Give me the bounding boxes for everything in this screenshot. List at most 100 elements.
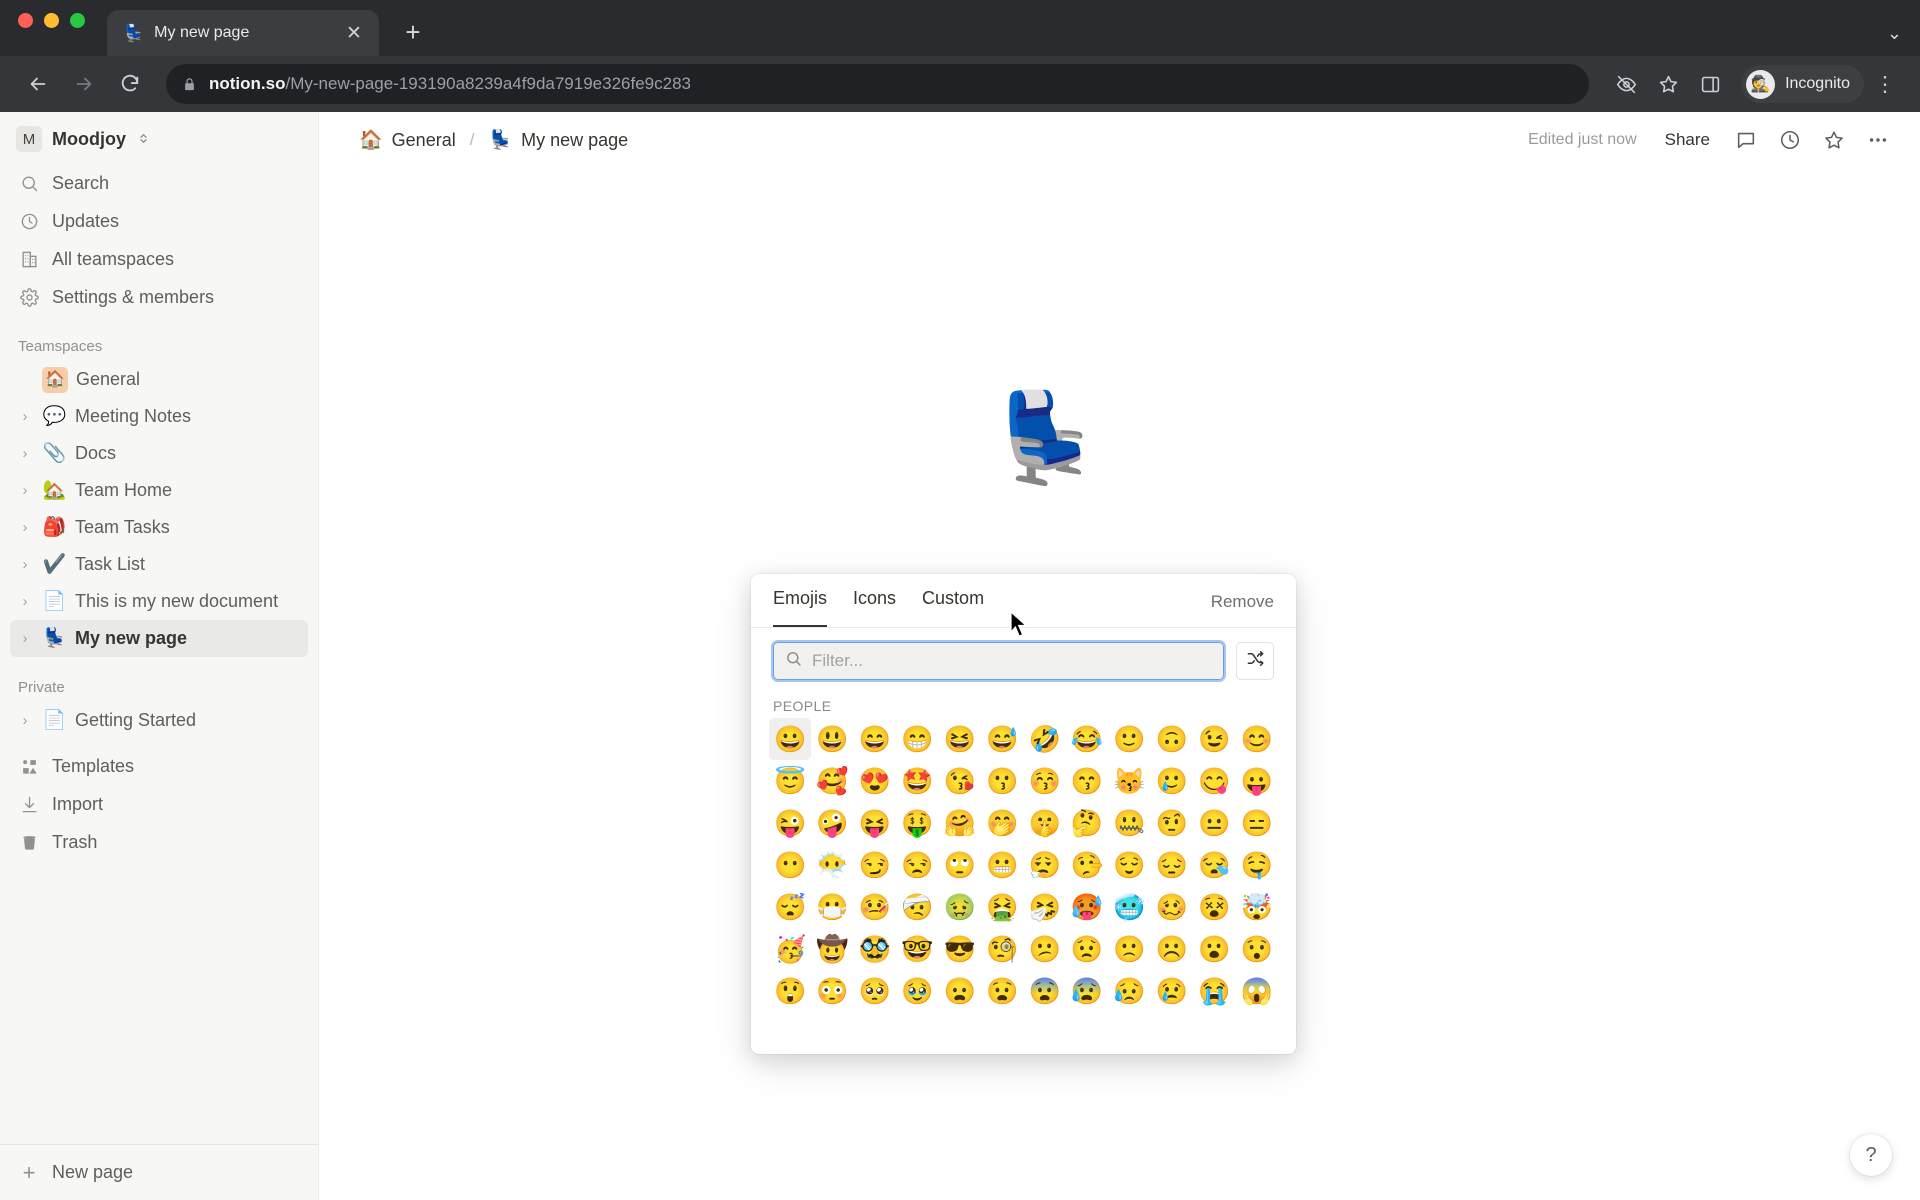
page-icon[interactable]: 💺 xyxy=(991,394,1101,482)
emoji-cell[interactable]: 🤯 xyxy=(1236,886,1278,928)
emoji-cell[interactable]: 🤣 xyxy=(1024,718,1066,760)
emoji-cell[interactable]: 😮 xyxy=(1193,928,1235,970)
sidebar-item-all-teamspaces[interactable]: All teamspaces xyxy=(10,240,308,278)
emoji-cell[interactable]: 😋 xyxy=(1193,760,1235,802)
emoji-cell[interactable]: 😘 xyxy=(939,760,981,802)
emoji-cell[interactable]: 😥 xyxy=(1108,970,1150,1012)
emoji-cell[interactable]: 🤤 xyxy=(1236,844,1278,886)
random-emoji-button[interactable] xyxy=(1236,642,1274,680)
emoji-cell[interactable]: 😆 xyxy=(939,718,981,760)
emoji-cell[interactable]: 😮‍💨 xyxy=(1024,844,1066,886)
emoji-cell[interactable]: 😯 xyxy=(1236,928,1278,970)
emoji-cell[interactable]: 🤓 xyxy=(896,928,938,970)
emoji-cell[interactable]: 😄 xyxy=(854,718,896,760)
history-icon[interactable] xyxy=(1772,122,1808,158)
emoji-cell[interactable]: 😧 xyxy=(981,970,1023,1012)
emoji-cell[interactable]: 🥺 xyxy=(854,970,896,1012)
emoji-cell[interactable]: 😳 xyxy=(811,970,853,1012)
emoji-cell[interactable]: 😰 xyxy=(1066,970,1108,1012)
emoji-cell[interactable]: 🤕 xyxy=(896,886,938,928)
address-bar[interactable]: notion.so/My-new-page-193190a8239a4f9da7… xyxy=(166,64,1590,104)
emoji-cell[interactable]: 😀 xyxy=(769,718,812,760)
emoji-cell[interactable]: 😪 xyxy=(1193,844,1235,886)
emoji-cell[interactable]: 🙃 xyxy=(1151,718,1193,760)
emoji-cell[interactable]: 😅 xyxy=(981,718,1023,760)
filter-input[interactable] xyxy=(812,651,1212,671)
chevron-right-icon[interactable]: › xyxy=(16,445,34,462)
emoji-cell[interactable]: 😑 xyxy=(1236,802,1278,844)
teamspace-item[interactable]: › 📎 Docs xyxy=(10,435,308,472)
emoji-cell[interactable]: 😛 xyxy=(1236,760,1278,802)
emoji-cell[interactable]: 😊 xyxy=(1236,718,1278,760)
emoji-cell[interactable]: ☹️ xyxy=(1151,928,1193,970)
chevron-right-icon[interactable]: › xyxy=(16,630,34,647)
chevron-right-icon[interactable]: › xyxy=(16,556,34,573)
chevron-right-icon[interactable]: › xyxy=(16,482,34,499)
emoji-cell[interactable]: 🤥 xyxy=(1066,844,1108,886)
emoji-cell[interactable]: 🤫 xyxy=(1024,802,1066,844)
emoji-cell[interactable]: 🙁 xyxy=(1108,928,1150,970)
emoji-cell[interactable]: 😢 xyxy=(1151,970,1193,1012)
maximize-window-button[interactable] xyxy=(70,12,85,28)
sidebar-item-templates[interactable]: Templates xyxy=(10,747,308,785)
emoji-cell[interactable]: 🤨 xyxy=(1151,802,1193,844)
emoji-cell[interactable]: 😎 xyxy=(939,928,981,970)
sidebar-item-search[interactable]: Search xyxy=(10,164,308,202)
emoji-cell[interactable]: 🤢 xyxy=(939,886,981,928)
private-page-item[interactable]: › 📄 Getting Started xyxy=(10,702,308,739)
minimize-window-button[interactable] xyxy=(44,12,59,28)
emoji-cell[interactable]: 🥳 xyxy=(769,928,811,970)
emoji-cell[interactable]: 😗 xyxy=(981,760,1023,802)
side-panel-icon[interactable] xyxy=(1691,65,1729,103)
emoji-cell[interactable]: 🙄 xyxy=(939,844,981,886)
emoji-cell[interactable]: 🤩 xyxy=(896,760,938,802)
emoji-list[interactable]: PEOPLE 😀 😃 😄 😁 😆 😅 🤣 😂 🙂 🙃 😉 😊 😇 🥰 😍 🤩 😘 😗 😚 😙 😽 🥲 😋 😛 😜 🤪 😝 🤑 🤗 🤭 🤫 🤔 🤐… xyxy=(751,690,1296,1054)
emoji-cell[interactable]: 😚 xyxy=(1024,760,1066,802)
emoji-cell[interactable]: 🤗 xyxy=(939,802,981,844)
emoji-cell[interactable]: 😽 xyxy=(1108,760,1150,802)
new-page-button[interactable]: + New page xyxy=(0,1144,318,1200)
emoji-cell[interactable]: 🧐 xyxy=(981,928,1023,970)
sidebar-item-import[interactable]: Import xyxy=(10,785,308,823)
emoji-cell[interactable]: 😲 xyxy=(769,970,811,1012)
teamspace-item[interactable]: › 💺 My new page xyxy=(10,620,308,657)
chevron-right-icon[interactable]: › xyxy=(16,519,34,536)
emoji-cell[interactable]: 🤮 xyxy=(981,886,1023,928)
filter-input-wrapper[interactable] xyxy=(771,640,1226,682)
teamspace-item[interactable]: › ✔️ Task List xyxy=(10,546,308,583)
emoji-cell[interactable]: 🥶 xyxy=(1108,886,1150,928)
emoji-cell[interactable]: 🥰 xyxy=(811,760,853,802)
emoji-cell[interactable]: 😝 xyxy=(854,802,896,844)
emoji-cell[interactable]: 😜 xyxy=(769,802,811,844)
emoji-cell[interactable]: 🤐 xyxy=(1108,802,1150,844)
browser-menu-icon[interactable]: ⋮ xyxy=(1868,72,1902,97)
new-tab-button[interactable]: + xyxy=(393,12,433,52)
emoji-cell[interactable]: 😍 xyxy=(854,760,896,802)
emoji-cell[interactable]: 😁 xyxy=(896,718,938,760)
chevron-right-icon[interactable]: › xyxy=(16,408,34,425)
teamspace-item[interactable]: › 🏡 Team Home xyxy=(10,472,308,509)
emoji-cell[interactable]: 😭 xyxy=(1193,970,1235,1012)
sidebar-item-settings-members[interactable]: Settings & members xyxy=(10,278,308,316)
emoji-cell[interactable]: 🥵 xyxy=(1066,886,1108,928)
emoji-cell[interactable]: 🤔 xyxy=(1066,802,1108,844)
emoji-cell[interactable]: 😃 xyxy=(811,718,853,760)
emoji-cell[interactable]: 😙 xyxy=(1066,760,1108,802)
emoji-cell[interactable]: 😶 xyxy=(769,844,811,886)
close-window-button[interactable] xyxy=(18,12,33,28)
help-button[interactable]: ? xyxy=(1850,1134,1892,1176)
emoji-cell[interactable]: 🥴 xyxy=(1151,886,1193,928)
emoji-cell[interactable]: 😂 xyxy=(1066,718,1108,760)
emoji-cell[interactable]: 😨 xyxy=(1024,970,1066,1012)
emoji-cell[interactable]: 😉 xyxy=(1193,718,1235,760)
chevron-right-icon[interactable]: › xyxy=(16,593,34,610)
sidebar-item-trash[interactable]: Trash xyxy=(10,823,308,861)
emoji-cell[interactable]: 😕 xyxy=(1024,928,1066,970)
emoji-cell[interactable]: 😒 xyxy=(896,844,938,886)
reload-button[interactable] xyxy=(110,64,150,104)
teamspace-item[interactable]: › 🎒 Team Tasks xyxy=(10,509,308,546)
emoji-cell[interactable]: 😬 xyxy=(981,844,1023,886)
emoji-cell[interactable]: 😶‍🌫️ xyxy=(811,844,853,886)
tab-icons[interactable]: Icons xyxy=(853,588,896,627)
emoji-cell[interactable]: 😷 xyxy=(811,886,853,928)
